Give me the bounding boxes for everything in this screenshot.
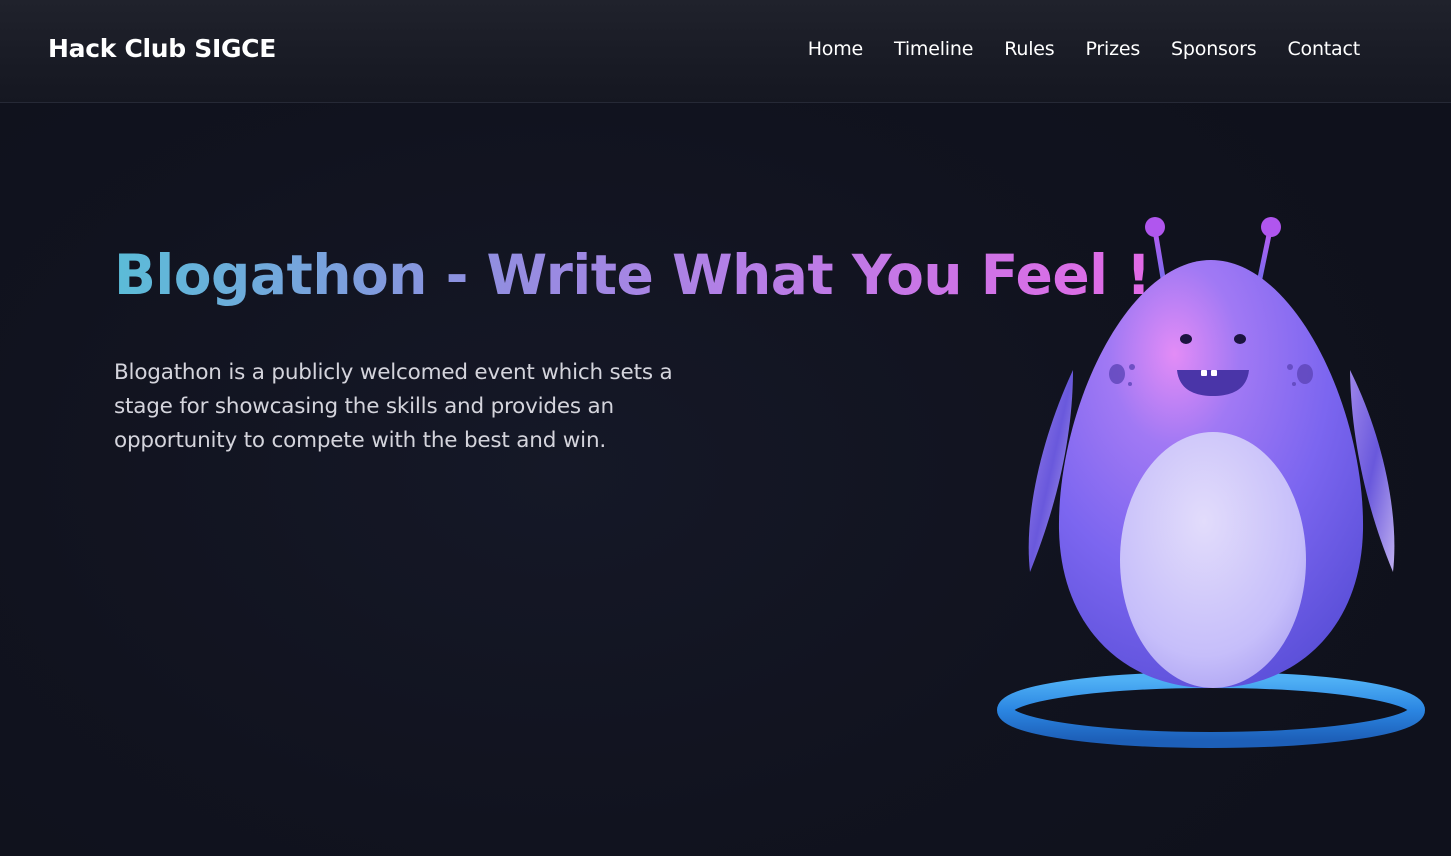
page: Hack Club SIGCE Home Timeline Rules Priz… <box>0 0 1451 856</box>
nav-prizes[interactable]: Prizes <box>1085 38 1140 60</box>
navbar: Hack Club SIGCE Home Timeline Rules Priz… <box>0 0 1451 103</box>
hero-description: Blogathon is a publicly welcomed event w… <box>114 360 673 453</box>
nav-timeline[interactable]: Timeline <box>894 38 973 60</box>
nav-contact[interactable]: Contact <box>1287 38 1360 60</box>
brand-logo[interactable]: Hack Club SIGCE <box>48 34 276 63</box>
nav-menu: Home Timeline Rules Prizes Sponsors Cont… <box>808 38 1360 60</box>
nav-sponsors[interactable]: Sponsors <box>1171 38 1257 60</box>
nav-rules[interactable]: Rules <box>1004 38 1054 60</box>
nav-home[interactable]: Home <box>808 38 864 60</box>
mascot-icon <box>997 217 1425 748</box>
